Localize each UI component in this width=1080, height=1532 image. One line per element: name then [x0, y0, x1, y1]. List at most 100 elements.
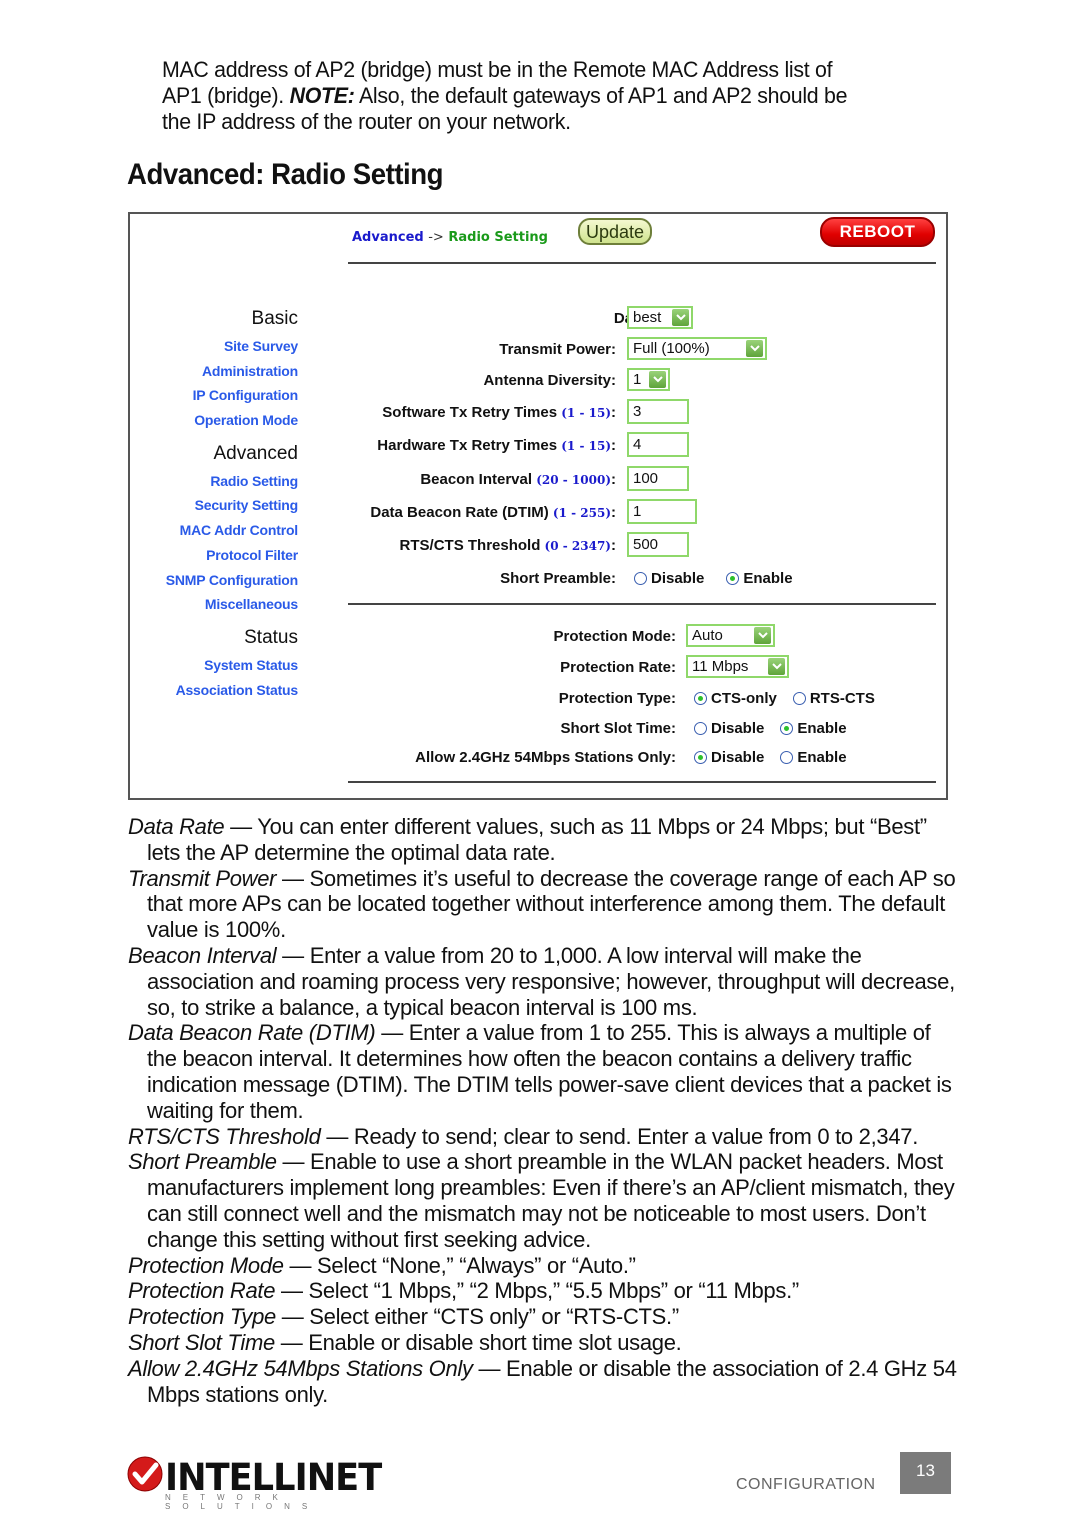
description-term: Protection Type: [128, 1304, 276, 1330]
chevron-down-icon: [754, 627, 771, 644]
sw-retry-label: Software Tx Retry Times (1 - 15):: [382, 404, 616, 421]
protection-rate-label: Protection Rate:: [560, 658, 676, 676]
short-slot-radios: Disable Enable: [694, 715, 847, 741]
nav-snmp-configuration[interactable]: SNMP Configuration: [130, 568, 298, 593]
short-slot-label: Short Slot Time:: [560, 719, 676, 737]
footer-section-label: CONFIGURATION: [736, 1476, 876, 1493]
data-rate-select[interactable]: best: [627, 306, 693, 329]
nav-association-status[interactable]: Association Status: [130, 678, 299, 703]
nav-security-setting[interactable]: Security Setting: [130, 493, 299, 518]
nav-mac-addr-control[interactable]: MAC Addr Control: [130, 518, 299, 543]
description-item: Short Preamble — Enable to use a short p…: [128, 1149, 958, 1252]
protection-type-cts-only-radio[interactable]: CTS-only: [694, 690, 777, 707]
description-item: Transmit Power — Sometimes it’s useful t…: [128, 866, 958, 943]
description-text: — Select “1 Mbps,” “2 Mbps,” “5.5 Mbps” …: [275, 1278, 799, 1304]
beacon-interval-input[interactable]: 100: [627, 466, 689, 491]
intellinet-logo: INTELLINET NETWORK SOLUTIONS: [127, 1456, 382, 1511]
description-term: Protection Rate: [128, 1278, 276, 1304]
row-sw-retry: Software Tx Retry Times (1 - 15):: [382, 399, 616, 425]
protection-rate-value: 11 Mbps: [692, 658, 749, 675]
nav-system-status[interactable]: System Status: [130, 653, 298, 678]
data-rate-value: best: [633, 309, 662, 326]
radio-selected-icon: [694, 691, 707, 705]
intro-text: Also, the default gateways of AP1 and AP…: [354, 83, 848, 108]
intro-line: the IP address of the router on your net…: [162, 109, 571, 134]
short-slot-disable-radio[interactable]: Disable: [694, 720, 764, 737]
short-slot-enable-radio[interactable]: Enable: [780, 720, 847, 737]
description-item: Protection Rate — Select “1 Mbps,” “2 Mb…: [128, 1278, 958, 1304]
nav-radio-setting[interactable]: Radio Setting: [130, 469, 298, 494]
dtim-input[interactable]: 1: [627, 499, 697, 524]
rts-cts-range: (0 - 2347): [544, 538, 611, 553]
description-item: Protection Mode — Select “None,” “Always…: [128, 1253, 958, 1279]
divider: [348, 603, 936, 605]
row-rts-cts: RTS/CTS Threshold (0 - 2347):: [400, 532, 616, 558]
update-button[interactable]: Update: [578, 218, 652, 245]
beacon-interval-label-text: Beacon Interval: [420, 470, 537, 488]
transmit-power-label: Transmit Power:: [499, 340, 616, 358]
radio-icon: [634, 571, 647, 585]
row-protection-mode: Protection Mode:: [554, 623, 677, 649]
antenna-diversity-label: Antenna Diversity:: [483, 371, 616, 389]
beacon-interval-range: (20 - 1000): [536, 472, 611, 487]
description-text: — Select either “CTS only” or “RTS-CTS.”: [275, 1304, 679, 1330]
transmit-power-select[interactable]: Full (100%): [627, 337, 767, 360]
colon: :: [611, 536, 616, 554]
description-item: Data Beacon Rate (DTIM) — Enter a value …: [128, 1020, 958, 1123]
colon: :: [611, 403, 616, 421]
radio-label: RTS-CTS: [809, 689, 875, 707]
nav-operation-mode[interactable]: Operation Mode: [130, 408, 298, 433]
nav-ip-configuration[interactable]: IP Configuration: [130, 383, 299, 408]
protection-type-label: Protection Type:: [558, 689, 676, 707]
transmit-power-value: Full (100%): [633, 340, 710, 357]
antenna-diversity-value: 1: [633, 371, 642, 388]
chevron-down-icon: [672, 309, 689, 326]
description-text: — Ready to send; clear to send. Enter a …: [320, 1123, 919, 1149]
intro-line: MAC address of AP2 (bridge) must be in t…: [162, 57, 833, 82]
description-term: Data Beacon Rate (DTIM): [128, 1020, 376, 1046]
hw-retry-range: (1 - 15): [561, 438, 611, 453]
nav-administration[interactable]: Administration: [130, 359, 298, 384]
nav-protocol-filter[interactable]: Protocol Filter: [130, 543, 298, 568]
colon: :: [611, 470, 616, 488]
description-item: Data Rate — You can enter different valu…: [128, 814, 958, 866]
radio-selected-icon: [694, 750, 707, 764]
row-protection-rate: Protection Rate:: [560, 654, 676, 680]
allow-54-enable-radio[interactable]: Enable: [780, 749, 847, 766]
reboot-button[interactable]: REBOOT: [820, 217, 935, 247]
description-term: Short Preamble: [128, 1149, 277, 1175]
allow-54-disable-radio[interactable]: Disable: [694, 749, 764, 766]
breadcrumb-parent[interactable]: Advanced: [352, 230, 424, 245]
divider: [348, 262, 936, 264]
radio-label: Disable: [711, 719, 765, 737]
radio-icon: [780, 750, 794, 764]
short-preamble-enable-radio[interactable]: Enable: [726, 570, 793, 587]
sidebar-nav: Basic Site Survey Administration IP Conf…: [130, 304, 298, 702]
sw-retry-label-text: Software Tx Retry Times: [382, 403, 562, 421]
allow-54-label: Allow 2.4GHz 54Mbps Stations Only:: [415, 748, 676, 766]
description-text: — Enable or disable short time slot usag…: [274, 1329, 682, 1355]
protection-type-rts-cts-radio[interactable]: RTS-CTS: [792, 689, 875, 707]
protection-type-radios: CTS-only RTS-CTS: [694, 685, 875, 711]
row-dtim: Data Beacon Rate (DTIM) (1 - 255):: [370, 499, 616, 525]
rts-cts-label: RTS/CTS Threshold (0 - 2347):: [400, 537, 616, 554]
field-descriptions: Data Rate — You can enter different valu…: [128, 814, 958, 1407]
protection-mode-select[interactable]: Auto: [686, 624, 775, 647]
rts-cts-label-text: RTS/CTS Threshold: [399, 536, 545, 554]
protection-rate-select[interactable]: 11 Mbps: [686, 655, 789, 678]
intro-paragraph: MAC address of AP2 (bridge) must be in t…: [162, 57, 938, 135]
intro-line: AP1 (bridge). NOTE: Also, the default ga…: [162, 83, 938, 109]
rts-cts-input[interactable]: 500: [627, 532, 689, 557]
protection-mode-label: Protection Mode:: [553, 627, 677, 645]
nav-miscellaneous[interactable]: Miscellaneous: [130, 592, 298, 617]
dtim-label-text: Data Beacon Rate (DTIM): [370, 503, 553, 521]
description-item: Allow 2.4GHz 54Mbps Stations Only — Enab…: [128, 1356, 958, 1408]
nav-site-survey[interactable]: Site Survey: [130, 334, 298, 359]
radio-label: CTS-only: [711, 689, 777, 707]
description-item: RTS/CTS Threshold — Ready to send; clear…: [128, 1124, 958, 1150]
hw-retry-input[interactable]: 4: [627, 432, 689, 457]
beacon-interval-label: Beacon Interval (20 - 1000):: [420, 471, 616, 488]
sw-retry-input[interactable]: 3: [627, 399, 689, 424]
short-preamble-disable-radio[interactable]: Disable: [634, 570, 704, 587]
antenna-diversity-select[interactable]: 1: [627, 368, 670, 391]
